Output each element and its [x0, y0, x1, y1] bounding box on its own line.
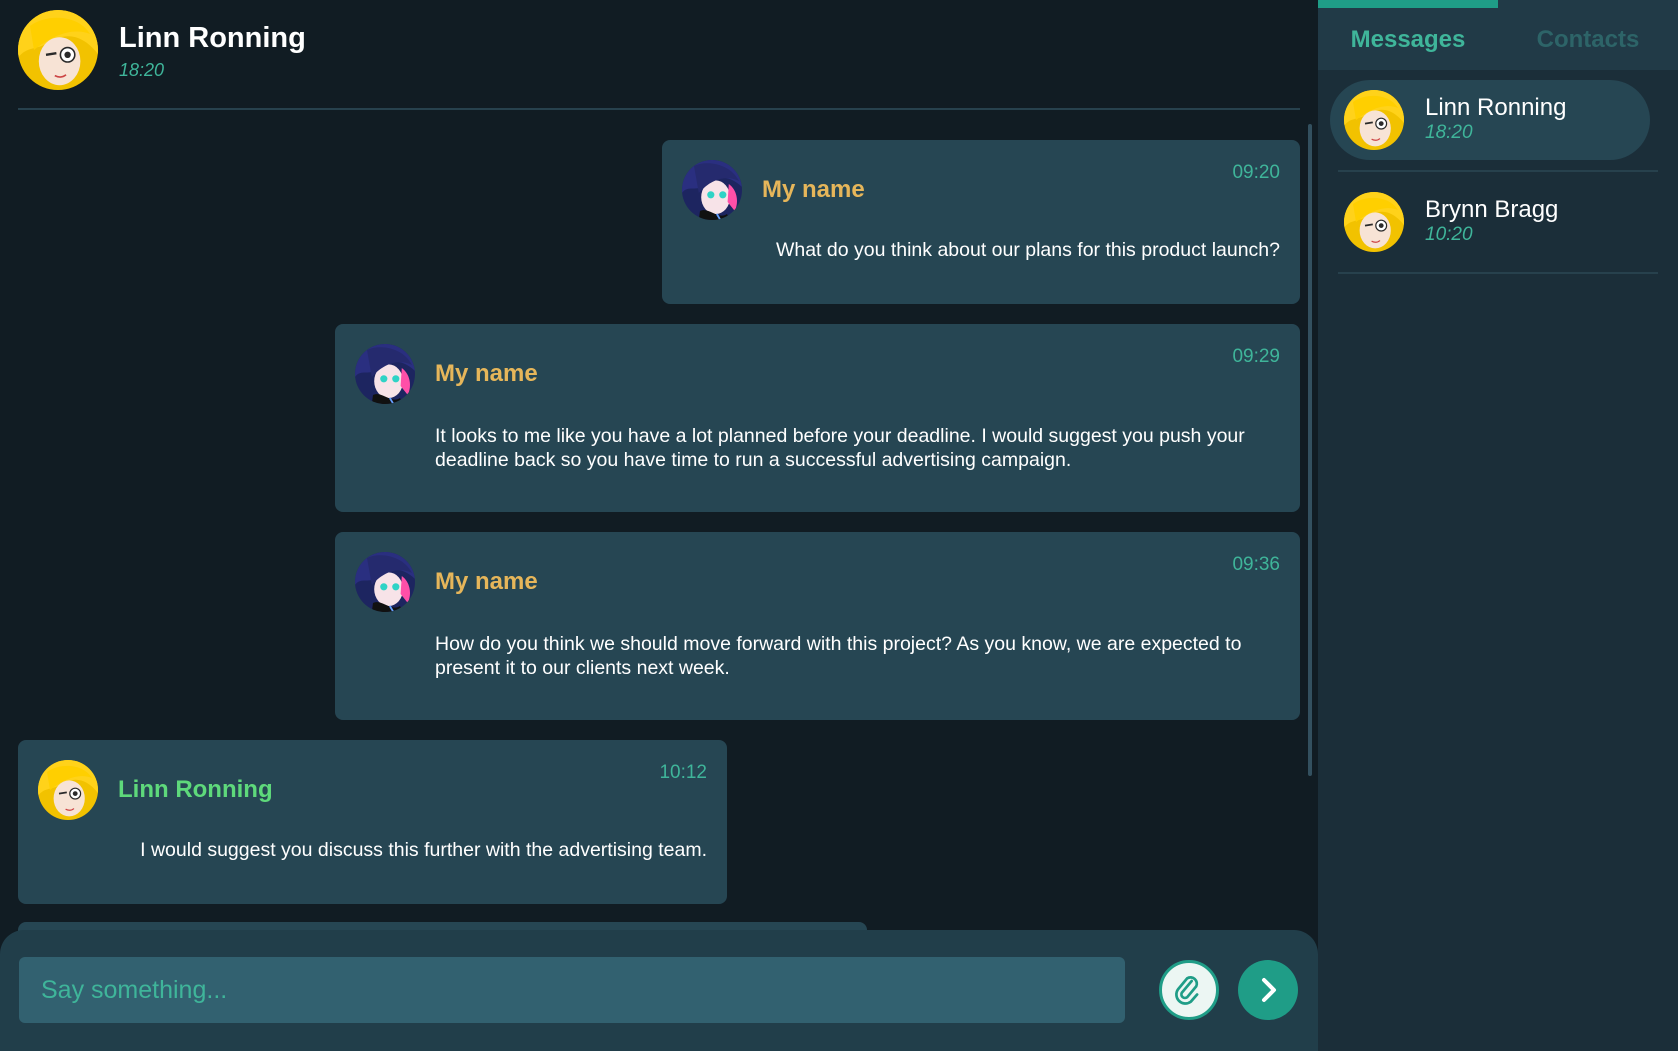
sender-avatar	[355, 344, 415, 404]
paperclip-icon	[1175, 976, 1199, 1005]
message-bubble: My name 09:36 How do you think we should…	[335, 532, 1300, 720]
avatar-image	[682, 160, 742, 220]
conversation-avatar	[1344, 192, 1404, 252]
avatar-image	[355, 344, 415, 404]
chat-header: Linn Ronning 18:20	[18, 10, 1300, 110]
sidebar-tabs: Messages Contacts	[1318, 0, 1678, 70]
message-time: 09:36	[1232, 554, 1280, 575]
message-text: It looks to me like you have a lot plann…	[435, 425, 1245, 471]
tab-contacts[interactable]: Contacts	[1498, 0, 1678, 70]
conversation-item[interactable]: Brynn Bragg 10:20	[1330, 182, 1650, 262]
divider	[1338, 170, 1658, 172]
message-composer	[0, 930, 1318, 1051]
chat-app: Linn Ronning 18:20 My name 09:20 What do…	[0, 0, 1678, 1051]
avatar-image	[1344, 90, 1404, 150]
message-bubble: Linn Ronning 10:12 I would suggest you d…	[18, 740, 727, 904]
conversation-time: 10:20	[1425, 224, 1473, 245]
message-text: How do you think we should move forward …	[435, 633, 1242, 679]
message-time: 09:29	[1232, 346, 1280, 367]
sender-name: My name	[435, 360, 538, 387]
attach-button[interactable]	[1159, 960, 1219, 1020]
conversation-name: Brynn Bragg	[1425, 196, 1559, 223]
message-time: 10:12	[659, 762, 707, 783]
scrollbar[interactable]	[1308, 124, 1312, 776]
contact-name: Linn Ronning	[119, 22, 306, 54]
message-bubble: My name 09:29 It looks to me like you ha…	[335, 324, 1300, 512]
conversation-avatar	[1344, 90, 1404, 150]
message-text: I would suggest you discuss this further…	[140, 839, 707, 861]
message-input[interactable]	[19, 957, 1125, 1023]
avatar-image	[38, 760, 98, 820]
last-seen-time: 18:20	[119, 60, 165, 80]
conversation-item[interactable]: Linn Ronning 18:20	[1330, 80, 1650, 160]
avatar-image	[355, 552, 415, 612]
avatar-image	[1344, 192, 1404, 252]
contact-avatar[interactable]	[18, 10, 98, 90]
sender-avatar	[38, 760, 98, 820]
sender-name: My name	[435, 568, 538, 595]
message-text: What do you think about our plans for th…	[775, 239, 1280, 261]
conversation-name: Linn Ronning	[1425, 94, 1567, 121]
sidebar: Messages Contacts Linn Ronning 18:20 Bry…	[1318, 0, 1678, 1051]
message-time: 09:20	[1232, 162, 1280, 183]
sender-avatar	[355, 552, 415, 612]
chat-pane: Linn Ronning 18:20 My name 09:20 What do…	[0, 0, 1318, 1051]
sender-name: My name	[762, 176, 865, 203]
conversation-time: 18:20	[1425, 122, 1473, 143]
send-button[interactable]	[1238, 960, 1298, 1020]
message-bubble: My name 09:20 What do you think about ou…	[662, 140, 1300, 304]
divider	[1338, 272, 1658, 274]
sender-avatar	[682, 160, 742, 220]
tab-messages[interactable]: Messages	[1318, 0, 1498, 70]
avatar-image	[18, 10, 98, 90]
chevron-right-icon	[1262, 978, 1276, 1002]
sender-name: Linn Ronning	[118, 776, 273, 803]
